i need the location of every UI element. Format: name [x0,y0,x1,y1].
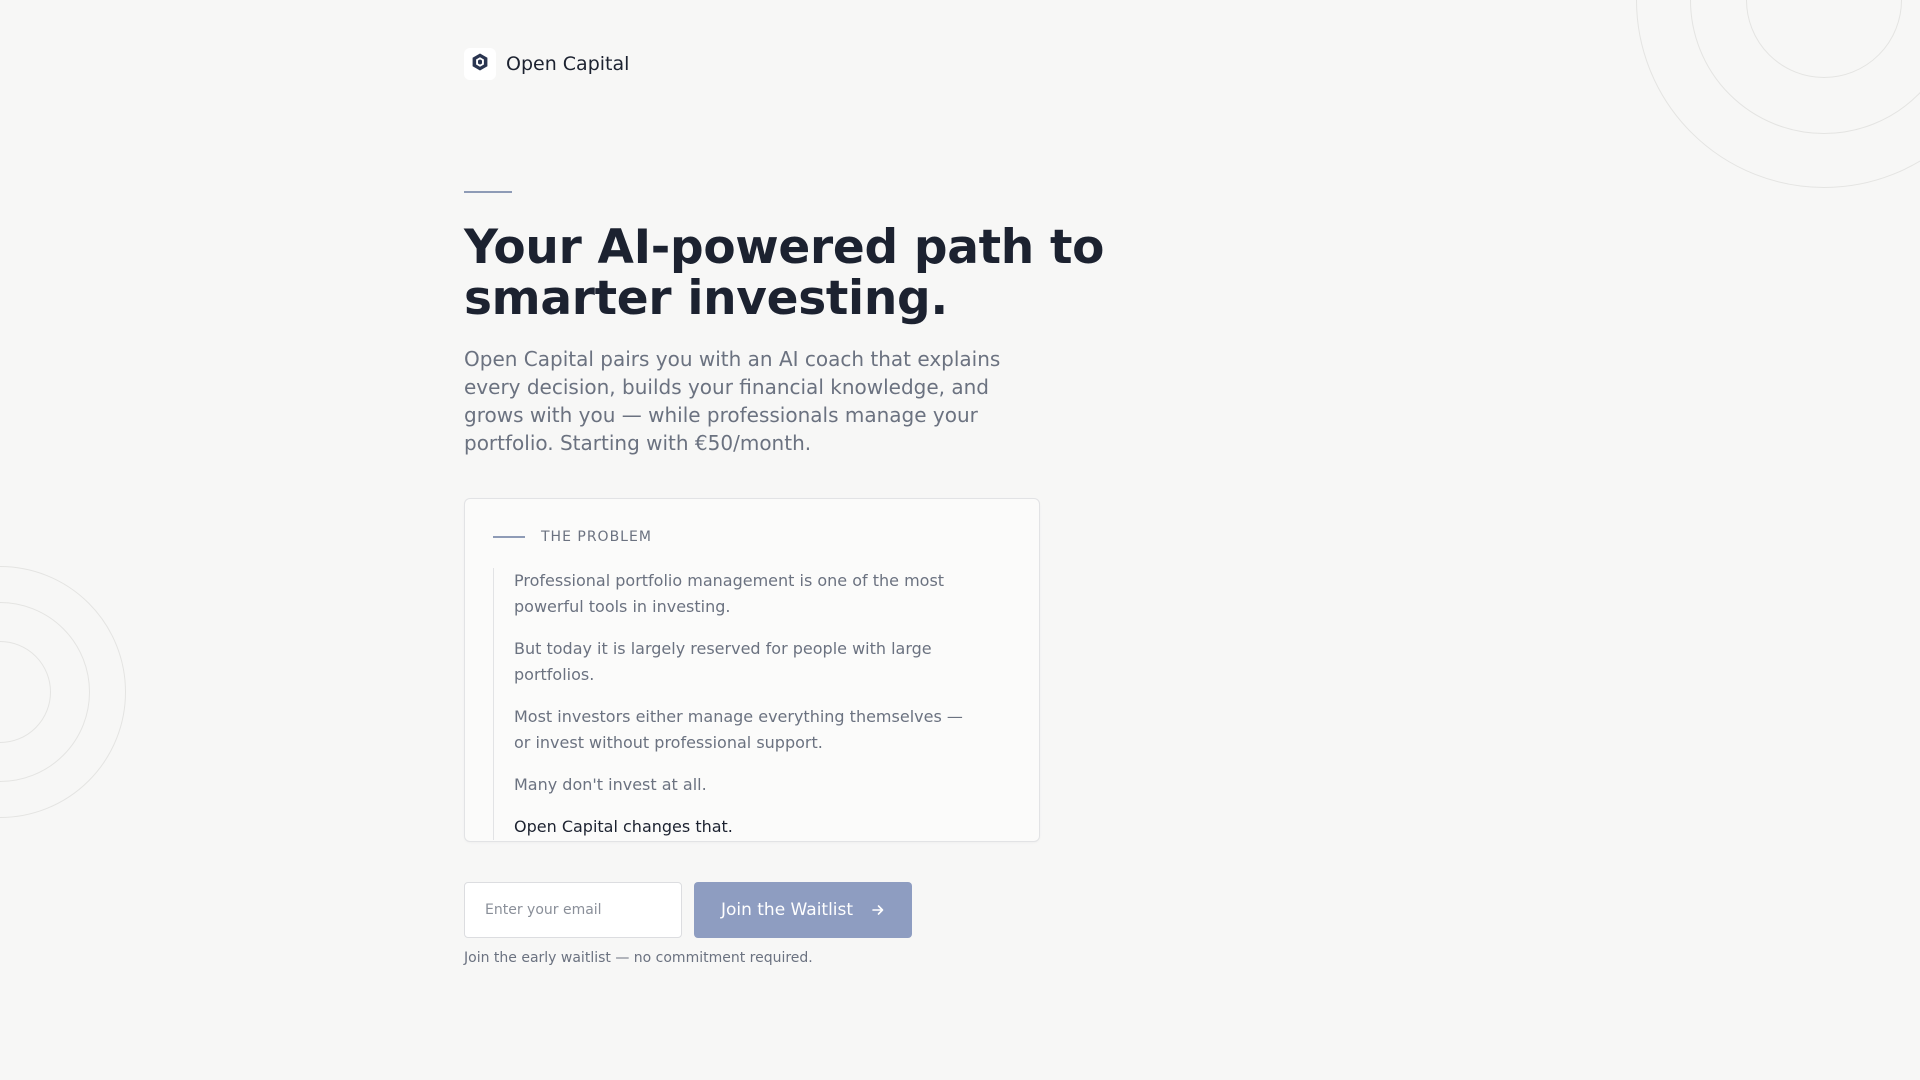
decorative-circle-left-medium [0,602,90,782]
decorative-circle-left-large [0,566,126,818]
hexagon-ring-icon [470,52,490,76]
decorative-circle-left-small [0,641,51,743]
problem-closing: Open Capital changes that. [514,817,733,836]
waitlist-note: Join the early waitlist — no commitment … [464,950,813,966]
problem-label: THE PROBLEM [541,529,652,545]
join-waitlist-button[interactable]: Join the Waitlist [694,882,912,938]
join-waitlist-label: Join the Waitlist [720,900,854,920]
problem-paragraph: But today it is largely reserved for peo… [514,639,932,684]
decorative-circle-medium [1690,0,1920,134]
page-title: Your AI-powered path to smarter investin… [464,220,1105,326]
email-input[interactable] [464,882,682,938]
waitlist-form: Join the Waitlist [464,882,912,938]
problem-paragraph: Professional portfolio management is one… [514,571,945,616]
brand-name: Open Capital [506,53,630,75]
problem-rule [493,536,525,538]
problem-paragraph: Many don't invest at all. [514,775,707,794]
landing-page: Open Capital Your AI-powered path to sma… [0,0,1920,1080]
problem-body: Professional portfolio management is one… [493,568,1013,840]
arrow-right-icon [871,903,885,917]
logo [464,48,496,80]
decorative-circle-large [1636,0,1920,188]
problem-heading: THE PROBLEM [493,529,652,545]
accent-divider [464,191,512,193]
decorative-circle-small [1746,0,1902,78]
problem-card: THE PROBLEM Professional portfolio manag… [464,498,1040,842]
brand-header[interactable]: Open Capital [464,48,629,80]
problem-paragraph: Most investors either manage everything … [514,707,963,752]
hero-description: Open Capital pairs you with an AI coach … [464,347,1001,455]
